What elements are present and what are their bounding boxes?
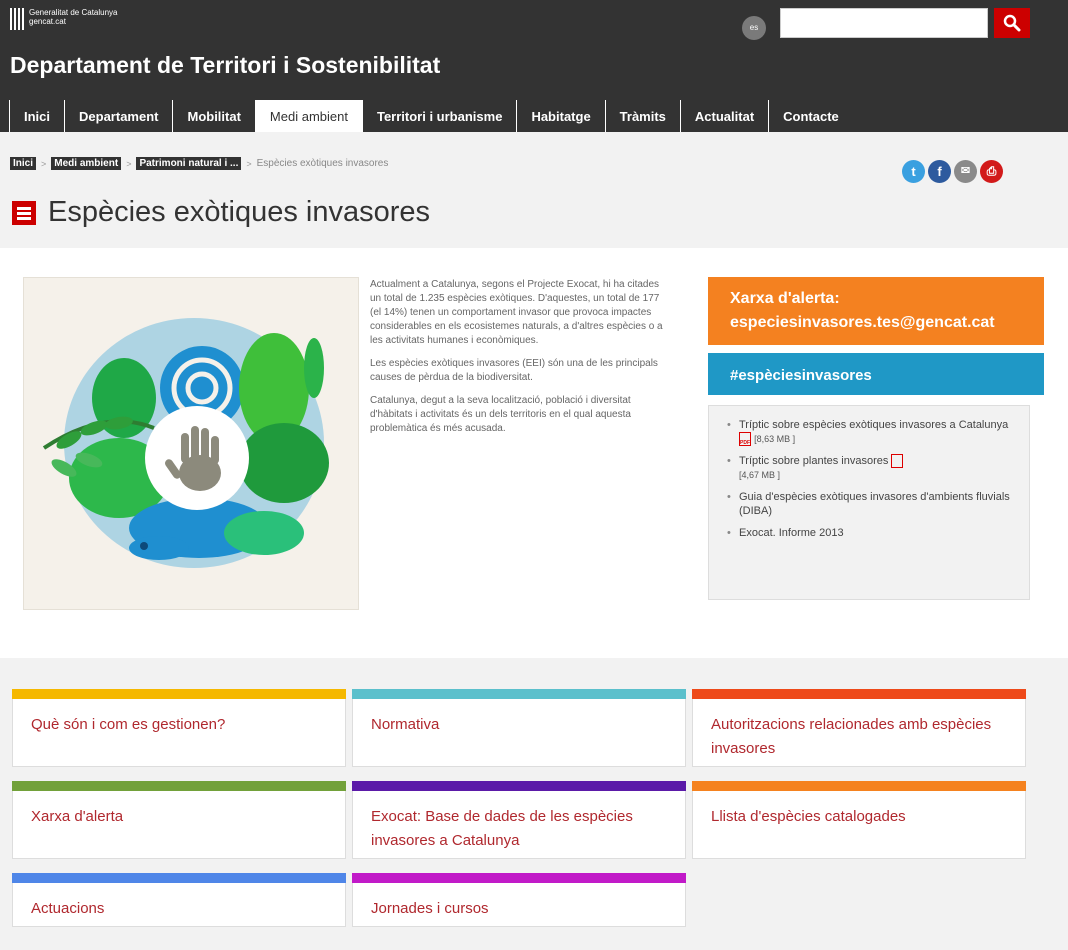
intro-paragraph: Les espècies exòtiques invasores (EEI) s…: [370, 358, 658, 383]
file-size: [4,67 MB ]: [739, 470, 781, 481]
breadcrumb-separator-icon: >: [126, 158, 132, 169]
card-label[interactable]: Jornades i cursos: [371, 897, 671, 921]
hashtag-box[interactable]: #espèciesinvasores: [708, 353, 1044, 395]
nav-item-contacte[interactable]: Contacte: [768, 100, 853, 132]
document-item[interactable]: Tríptic sobre plantes invasores [4,67 MB…: [727, 454, 1011, 482]
document-link[interactable]: Tríptic sobre espècies exòtiques invasor…: [739, 419, 1008, 431]
topic-card-what-are[interactable]: Què són i com es gestionen?: [12, 689, 346, 767]
hero-illustration: [23, 277, 359, 610]
breadcrumb-item-patrimoni[interactable]: Patrimoni natural i ...: [136, 157, 242, 170]
document-item[interactable]: Exocat. Informe 2013: [727, 526, 1011, 540]
card-color-bar: [12, 781, 346, 791]
document-link[interactable]: Guia d'espècies exòtiques invasores d'am…: [739, 491, 1010, 517]
documents-box: Tríptic sobre espècies exòtiques invasor…: [708, 405, 1030, 600]
twitter-icon[interactable]: t: [902, 160, 925, 183]
nav-item-mobilitat[interactable]: Mobilitat: [172, 100, 254, 132]
card-label[interactable]: Actuacions: [31, 897, 331, 921]
card-color-bar: [12, 873, 346, 883]
topic-card-jornades[interactable]: Jornades i cursos: [352, 873, 686, 927]
breadcrumb-current: Espècies exòtiques invasores: [256, 158, 389, 169]
page-title: Espècies exòtiques invasores: [48, 196, 431, 228]
topic-card-actuacions[interactable]: Actuacions: [12, 873, 346, 927]
breadcrumb-separator-icon: >: [246, 158, 252, 169]
file-size: [8,63 MB ]: [754, 434, 796, 444]
pdf-icon: PDF: [739, 432, 751, 447]
nav-item-territori[interactable]: Territori i urbanisme: [361, 100, 516, 132]
card-label[interactable]: Exocat: Base de dades de les espècies in…: [371, 805, 671, 853]
card-color-bar: [692, 781, 1026, 791]
brand-line1: Generalitat de Catalunya: [29, 8, 118, 17]
nav-item-actualitat[interactable]: Actualitat: [679, 100, 768, 132]
language-switch-button[interactable]: es: [742, 16, 766, 40]
page-title-row: Espècies exòtiques invasores: [12, 196, 430, 229]
alert-box-title: Xarxa d'alerta:: [730, 290, 840, 307]
breadcrumb: Inici > Medi ambient > Patrimoni natural…: [10, 157, 388, 170]
department-title[interactable]: Departament de Territori i Sostenibilita…: [10, 52, 440, 79]
generalitat-logo[interactable]: Generalitat de Catalunya gencat.cat: [10, 8, 118, 30]
print-icon[interactable]: ⎙: [980, 160, 1003, 183]
card-label[interactable]: Xarxa d'alerta: [31, 805, 331, 829]
topic-card-exocat[interactable]: Exocat: Base de dades de les espècies in…: [352, 781, 686, 859]
breadcrumb-item-inici[interactable]: Inici: [10, 157, 37, 170]
document-item[interactable]: Guia d'espècies exòtiques invasores d'am…: [727, 490, 1011, 518]
nav-item-habitatge[interactable]: Habitatge: [516, 100, 604, 132]
document-item[interactable]: Tríptic sobre espècies exòtiques invasor…: [727, 418, 1011, 447]
pdf-icon: [891, 454, 904, 469]
menu-icon[interactable]: [12, 200, 36, 225]
card-color-bar: [692, 689, 1026, 699]
nav-item-departament[interactable]: Departament: [64, 100, 172, 132]
topic-card-xarxa-alerta[interactable]: Xarxa d'alerta: [12, 781, 346, 859]
nav-item-tramits[interactable]: Tràmits: [604, 100, 680, 132]
topic-card-autoritzacions[interactable]: Autoritzacions relacionades amb espècies…: [692, 689, 1026, 767]
title-band: [0, 132, 1068, 248]
search-button[interactable]: [994, 8, 1030, 38]
intro-text: Actualment a Catalunya, segons el Projec…: [370, 278, 670, 445]
document-link[interactable]: Exocat. Informe 2013: [739, 527, 844, 539]
card-color-bar: [352, 873, 686, 883]
intro-paragraph: Actualment a Catalunya, segons el Projec…: [370, 279, 663, 346]
document-link[interactable]: Tríptic sobre plantes invasores: [739, 455, 888, 467]
search-input[interactable]: [780, 8, 988, 38]
social-share: t f ✉ ⎙: [902, 160, 1003, 183]
email-icon[interactable]: ✉: [954, 160, 977, 183]
nav-item-medi-ambient[interactable]: Medi ambient: [254, 100, 362, 132]
alert-box-email[interactable]: especiesinvasores.tes@gencat.cat: [730, 311, 1022, 335]
generalitat-mark-icon: [10, 8, 24, 30]
brand-line2: gencat.cat: [29, 17, 66, 26]
nav-item-inici[interactable]: Inici: [9, 100, 64, 132]
card-label[interactable]: Llista d'espècies catalogades: [711, 805, 1011, 829]
search-icon: [1003, 14, 1021, 32]
main-nav: Inici Departament Mobilitat Medi ambient…: [9, 100, 853, 132]
breadcrumb-item-medi-ambient[interactable]: Medi ambient: [51, 157, 122, 170]
card-color-bar: [12, 689, 346, 699]
card-color-bar: [352, 781, 686, 791]
invasive-species-illustration: [42, 318, 329, 568]
card-label[interactable]: Què són i com es gestionen?: [31, 713, 331, 737]
alert-network-box[interactable]: Xarxa d'alerta: especiesinvasores.tes@ge…: [708, 277, 1044, 345]
top-header: Generalitat de Catalunya gencat.cat es D…: [0, 0, 1068, 132]
topic-card-normativa[interactable]: Normativa: [352, 689, 686, 767]
intro-paragraph: Catalunya, degut a la seva localització,…: [370, 395, 631, 434]
facebook-icon[interactable]: f: [928, 160, 951, 183]
topic-card-llista[interactable]: Llista d'espècies catalogades: [692, 781, 1026, 859]
card-label[interactable]: Normativa: [371, 713, 671, 737]
card-color-bar: [352, 689, 686, 699]
breadcrumb-separator-icon: >: [41, 158, 47, 169]
card-label[interactable]: Autoritzacions relacionades amb espècies…: [711, 713, 1011, 761]
